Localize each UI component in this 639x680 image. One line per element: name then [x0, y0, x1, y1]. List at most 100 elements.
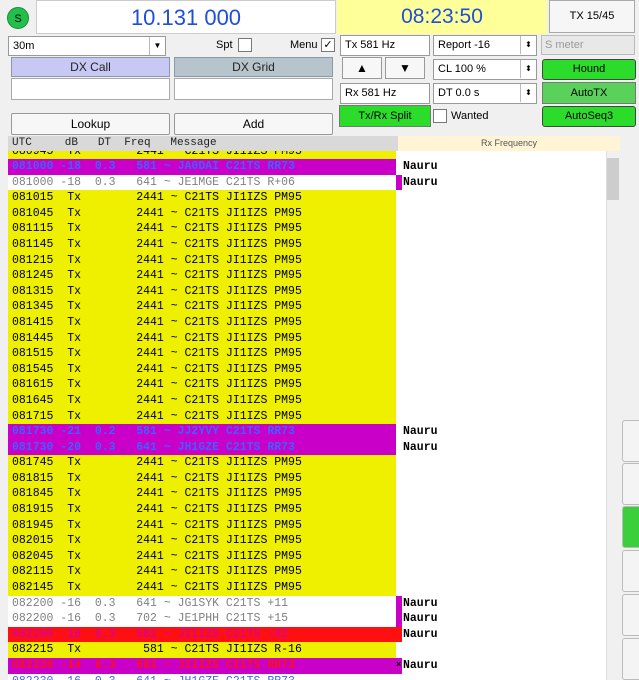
decode-row[interactable]: 082200 -16 0.3 641 ~ JG1SYK C21TS +11: [8, 595, 396, 612]
rx-row[interactable]: [396, 221, 606, 237]
decode-row[interactable]: 082215 Tx 581 ~ C21TS JI1IZS R-16: [8, 642, 396, 658]
decode-row[interactable]: 081645 Tx 2441 ~ C21TS JI1IZS PM95: [8, 392, 396, 409]
rx-row[interactable]: [396, 346, 606, 362]
rx-row[interactable]: Nauru: [396, 174, 606, 191]
rx-row[interactable]: [396, 206, 606, 222]
rx-row[interactable]: [396, 409, 606, 425]
list-scrollbar[interactable]: [606, 151, 620, 680]
rx-frequency-spinbox[interactable]: Rx 581 Hz: [340, 83, 430, 104]
rx-row[interactable]: [396, 471, 606, 487]
decode-row[interactable]: 082230 -14 0.3 581 ~ JI1IZS C21TS RR73: [8, 658, 396, 674]
decode-row[interactable]: 082115 Tx 2441 ~ C21TS JI1IZS PM95: [8, 564, 396, 581]
band-activity-list[interactable]: 080945 Tx 2441 ~ C21TS JI1IZS PM95 081000…: [8, 151, 396, 680]
decode-row[interactable]: 081945 Tx 2441 ~ C21TS JI1IZS PM95: [8, 517, 396, 534]
decode-row[interactable]: 081345 Tx 2441 ~ C21TS JI1IZS PM95: [8, 299, 396, 315]
rx-row[interactable]: [396, 284, 606, 300]
decode-row[interactable]: 081730 -21 0.2 581 ~ JJ2YVY C21TS RR73: [8, 424, 396, 440]
decode-row[interactable]: 081115 Tx 2441 ~ C21TS JI1IZS PM95: [8, 221, 396, 237]
rx-row[interactable]: [396, 377, 606, 393]
side-tab-active[interactable]: [622, 506, 639, 548]
lookup-button[interactable]: Lookup: [11, 113, 170, 135]
rx-row[interactable]: Nauru: [396, 595, 606, 612]
freq-down-button[interactable]: ▼: [385, 57, 425, 79]
rx-row[interactable]: Nauru: [396, 611, 606, 627]
rx-row[interactable]: Nauru: [396, 159, 606, 175]
decode-row[interactable]: 082045 Tx 2441 ~ C21TS JI1IZS PM95: [8, 548, 396, 565]
band-combo[interactable]: 30m ▼: [8, 36, 166, 56]
rx-row[interactable]: [396, 362, 606, 378]
hound-button[interactable]: Hound: [542, 59, 636, 80]
s-button[interactable]: S: [7, 7, 29, 29]
rx-row[interactable]: [396, 674, 606, 680]
rx-row[interactable]: [396, 564, 606, 580]
decode-row[interactable]: 081415 Tx 2441 ~ C21TS JI1IZS PM95: [8, 314, 396, 331]
decode-row[interactable]: 082015 Tx 2441 ~ C21TS JI1IZS PM95: [8, 533, 396, 549]
rx-row[interactable]: [396, 237, 606, 253]
rx-row[interactable]: [396, 549, 606, 565]
dt-spinbox[interactable]: DT 0.0 s ⬍: [433, 83, 537, 104]
decode-row[interactable]: 081515 Tx 2441 ~ C21TS JI1IZS PM95: [8, 346, 396, 362]
decode-row[interactable]: 081045 Tx 2441 ~ C21TS JI1IZS PM95: [8, 205, 396, 222]
decode-row[interactable]: 081000 -18 0.3 641 ~ JE1MGE C21TS R+06: [8, 174, 396, 191]
side-tab[interactable]: [622, 463, 639, 505]
freq-up-button[interactable]: ▲: [342, 57, 382, 79]
rx-row[interactable]: Nauru: [396, 424, 606, 440]
decode-row[interactable]: 081730 -20 0.3 641 ~ JH1GZE C21TS RR73: [8, 439, 396, 456]
decode-row[interactable]: 082145 Tx 2441 ~ C21TS JI1IZS PM95: [8, 580, 396, 596]
rx-row[interactable]: × Nauru: [396, 658, 606, 674]
side-tab[interactable]: [622, 638, 639, 680]
dx-call-input[interactable]: [11, 78, 170, 100]
rx-row[interactable]: [396, 642, 606, 658]
rx-row[interactable]: [396, 253, 606, 269]
rx-row[interactable]: [396, 580, 606, 596]
decode-row[interactable]: 082200 -16 0.3 702 ~ JE1PHH C21TS +15: [8, 611, 396, 627]
decode-row[interactable]: 081815 Tx 2441 ~ C21TS JI1IZS PM95: [8, 470, 396, 487]
cl-spinbox[interactable]: CL 100 % ⬍: [433, 59, 537, 80]
rx-row[interactable]: [396, 518, 606, 534]
scrollbar-thumb[interactable]: [607, 158, 619, 200]
rx-row[interactable]: Nauru: [396, 440, 606, 456]
decode-row[interactable]: 081615 Tx 2441 ~ C21TS JI1IZS PM95: [8, 377, 396, 393]
rx-row[interactable]: [396, 268, 606, 284]
decode-row[interactable]: 081015 Tx 2441 ~ C21TS JI1IZS PM95: [8, 190, 396, 206]
decode-row[interactable]: 081315 Tx 2441 ~ C21TS JI1IZS PM95: [8, 283, 396, 300]
side-tab[interactable]: [622, 594, 639, 636]
tx-frequency-spinbox[interactable]: Tx 581 Hz: [340, 35, 430, 56]
tx-rx-split-button[interactable]: Tx/Rx Split: [339, 105, 431, 127]
side-tab[interactable]: [622, 420, 639, 462]
decode-row[interactable]: 081715 Tx 2441 ~ C21TS JI1IZS PM95: [8, 408, 396, 425]
decode-row[interactable]: 081915 Tx 2441 ~ C21TS JI1IZS PM95: [8, 502, 396, 518]
decode-row[interactable]: 081245 Tx 2441 ~ C21TS JI1IZS PM95: [8, 268, 396, 284]
report-spinbox[interactable]: Report -16 ⬍: [433, 35, 537, 56]
rx-row[interactable]: Nauru: [396, 626, 606, 643]
rx-row[interactable]: [396, 455, 606, 471]
decode-row[interactable]: 082200 -16 0.3 581 ~ JI1IZS C21TS -02: [8, 626, 396, 643]
rx-row[interactable]: [396, 299, 606, 315]
wanted-checkbox[interactable]: [433, 109, 447, 123]
side-tab[interactable]: [622, 550, 639, 592]
decode-row[interactable]: 081545 Tx 2441 ~ C21TS JI1IZS PM95: [8, 361, 396, 378]
rx-row[interactable]: [396, 331, 606, 347]
rx-row[interactable]: [396, 502, 606, 518]
decode-row[interactable]: 081000 -18 0.3 581 ~ JA0DAI C21TS RR73: [8, 159, 396, 175]
rx-frequency-list[interactable]: Nauru Nauru Nauru Nauru Nauru Nauru Nauru × Naur…: [396, 151, 606, 680]
rx-row[interactable]: [396, 486, 606, 502]
auto-seq-button[interactable]: AutoSeq3: [542, 106, 636, 127]
tx-period-button[interactable]: TX 15/45: [549, 0, 635, 33]
rx-row[interactable]: [396, 393, 606, 409]
decode-row[interactable]: 081215 Tx 2441 ~ C21TS JI1IZS PM95: [8, 252, 396, 269]
menu-checkbox[interactable]: ✓: [321, 38, 335, 52]
add-button[interactable]: Add: [174, 113, 333, 135]
decode-row[interactable]: 082230 -16 0.3 641 ~ JH1GZE C21TS RR73: [8, 673, 396, 680]
rx-row[interactable]: [396, 533, 606, 549]
auto-tx-button[interactable]: AutoTX: [542, 82, 636, 104]
rx-row[interactable]: [396, 190, 606, 206]
decode-row[interactable]: 080945 Tx 2441 ~ C21TS JI1IZS PM95: [8, 151, 396, 159]
spot-checkbox[interactable]: [238, 38, 252, 52]
decode-row[interactable]: 081145 Tx 2441 ~ C21TS JI1IZS PM95: [8, 236, 396, 253]
rx-row[interactable]: [396, 151, 606, 159]
decode-row[interactable]: 081745 Tx 2441 ~ C21TS JI1IZS PM95: [8, 455, 396, 471]
dx-grid-input[interactable]: [174, 78, 333, 100]
decode-row[interactable]: 081445 Tx 2441 ~ C21TS JI1IZS PM95: [8, 330, 396, 347]
rx-row[interactable]: [396, 315, 606, 331]
